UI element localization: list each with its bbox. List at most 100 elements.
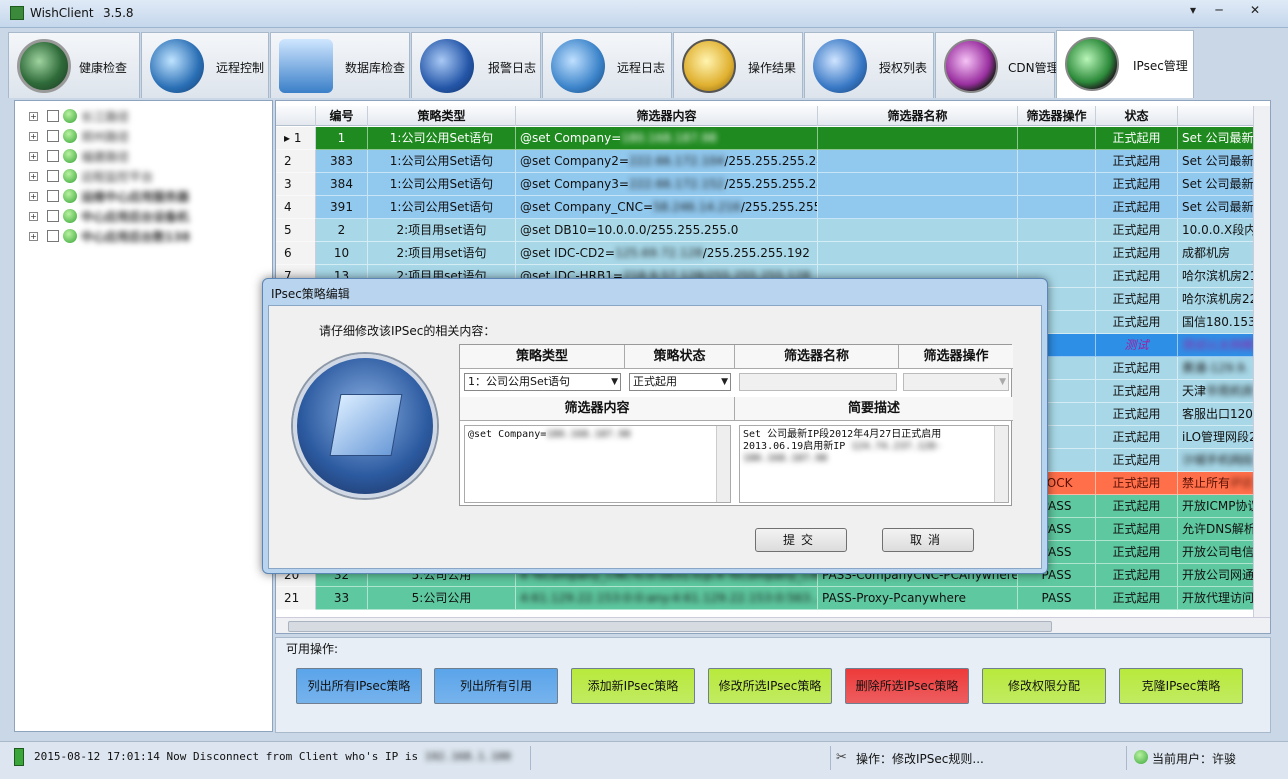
type-select[interactable]: 1：公司公用Set语句 ▼ (464, 373, 621, 391)
cell-op[interactable] (1018, 150, 1096, 173)
checkbox[interactable] (47, 210, 59, 222)
cell-type[interactable]: 5:公司公用 (368, 587, 516, 610)
cell-id[interactable]: 383 (316, 150, 368, 173)
cell-state[interactable]: 正式起用 (1096, 380, 1178, 403)
state-select[interactable]: 正式起用 ▼ (629, 373, 731, 391)
cell-content[interactable]: @set Company3=222.66.172.152/255.255.255… (516, 173, 818, 196)
cell-state[interactable]: 正式起用 (1096, 541, 1178, 564)
cell-row-header[interactable]: 21 (276, 587, 316, 610)
cell-type[interactable]: 1:公司公用Set语句 (368, 196, 516, 219)
cell-name[interactable] (818, 242, 1018, 265)
cell-row-header[interactable]: 2 (276, 150, 316, 173)
list-all-ipsec-button[interactable]: 列出所有IPsec策略 (296, 668, 422, 704)
checkbox[interactable] (47, 190, 59, 202)
filter-name-input[interactable] (739, 373, 897, 391)
tab-db-check[interactable]: 数据库检查 (270, 32, 410, 98)
cell-op[interactable] (1018, 127, 1096, 150)
checkbox[interactable] (47, 110, 59, 122)
cell-state[interactable]: 测试 (1096, 334, 1178, 357)
cell-name[interactable] (818, 150, 1018, 173)
cell-name[interactable] (818, 219, 1018, 242)
table-row[interactable]: 4 391 1:公司公用Set语句 @set Company_CNC=58.246.1… (276, 196, 1270, 219)
desc-textarea[interactable]: Set 公司最新IP段2012年4月27日正式启用 2013.06.19启用新IP… (739, 425, 1009, 503)
cell-state[interactable]: 正式起用 (1096, 242, 1178, 265)
tab-remote-control[interactable]: 远程控制 (141, 32, 269, 98)
checkbox[interactable] (47, 230, 59, 242)
add-ipsec-button[interactable]: 添加新IPsec策略 (571, 668, 695, 704)
cell-state[interactable]: 正式起用 (1096, 564, 1178, 587)
content-textarea[interactable]: @set Company=180.168.187.98 (464, 425, 731, 503)
col-op[interactable]: 筛选器操作 (1018, 106, 1096, 126)
checkbox[interactable] (47, 150, 59, 162)
textarea-scrollbar[interactable] (994, 426, 1008, 502)
cell-state[interactable]: 正式起用 (1096, 311, 1178, 334)
col-type[interactable]: 策略类型 (368, 106, 516, 126)
expand-icon[interactable]: + (29, 212, 38, 221)
cell-op[interactable] (1018, 196, 1096, 219)
delete-ipsec-button[interactable]: 删除所选IPsec策略 (845, 668, 969, 704)
cell-type[interactable]: 1:公司公用Set语句 (368, 127, 516, 150)
table-row[interactable]: 21 33 5:公司公用 4:61.129.22.153:0:0:any:4:61.1… (276, 587, 1270, 610)
cell-type[interactable]: 1:公司公用Set语句 (368, 173, 516, 196)
cancel-button[interactable]: 取消 (882, 528, 974, 552)
scroll-thumb[interactable] (288, 621, 1052, 632)
cell-state[interactable]: 正式起用 (1096, 219, 1178, 242)
cell-state[interactable]: 正式起用 (1096, 426, 1178, 449)
cell-id[interactable]: 384 (316, 173, 368, 196)
cell-type[interactable]: 2:项目用set语句 (368, 219, 516, 242)
cell-name[interactable] (818, 173, 1018, 196)
clone-ipsec-button[interactable]: 克隆IPsec策略 (1119, 668, 1243, 704)
cell-state[interactable]: 正式起用 (1096, 587, 1178, 610)
cell-state[interactable]: 正式起用 (1096, 150, 1178, 173)
col-desc[interactable] (1178, 106, 1256, 126)
tab-remote-log[interactable]: 远程日志 (542, 32, 672, 98)
cell-state[interactable]: 正式起用 (1096, 403, 1178, 426)
table-row[interactable]: 2 383 1:公司公用Set语句 @set Company2=222.66.172.… (276, 150, 1270, 173)
minimize-icon[interactable]: ─ (1208, 2, 1230, 18)
cell-state[interactable]: 正式起用 (1096, 518, 1178, 541)
checkbox[interactable] (47, 130, 59, 142)
cell-name[interactable] (818, 127, 1018, 150)
tab-auth-list[interactable]: 授权列表 (804, 32, 934, 98)
tab-ipsec-manage[interactable]: IPsec管理 (1056, 30, 1194, 98)
checkbox[interactable] (47, 170, 59, 182)
edit-ipsec-button[interactable]: 修改所选IPsec策略 (708, 668, 832, 704)
cell-id[interactable]: 1 (316, 127, 368, 150)
expand-icon[interactable]: + (29, 172, 38, 181)
cell-state[interactable]: 正式起用 (1096, 173, 1178, 196)
col-content[interactable]: 筛选器内容 (516, 106, 818, 126)
cell-type[interactable]: 1:公司公用Set语句 (368, 150, 516, 173)
list-all-refs-button[interactable]: 列出所有引用 (434, 668, 558, 704)
cell-row-header[interactable]: 6 (276, 242, 316, 265)
cell-row-header[interactable]: 4 (276, 196, 316, 219)
cell-row-header[interactable]: ▸ 1 (276, 127, 316, 150)
cell-state[interactable]: 正式起用 (1096, 449, 1178, 472)
cell-id[interactable]: 33 (316, 587, 368, 610)
tab-health-check[interactable]: 健康检查 (8, 32, 140, 98)
expand-icon[interactable]: + (29, 192, 38, 201)
cell-content[interactable]: @set IDC-CD2=125.69.72.128/255.255.255.1… (516, 242, 818, 265)
expand-icon[interactable]: + (29, 132, 38, 141)
cell-state[interactable]: 正式起用 (1096, 357, 1178, 380)
expand-icon[interactable]: + (29, 232, 38, 241)
cell-row-header[interactable]: 3 (276, 173, 316, 196)
col-name[interactable]: 筛选器名称 (818, 106, 1018, 126)
cell-state[interactable]: 正式起用 (1096, 127, 1178, 150)
tab-operation-result[interactable]: 操作结果 (673, 32, 803, 98)
cell-id[interactable]: 391 (316, 196, 368, 219)
cell-id[interactable]: 10 (316, 242, 368, 265)
cell-state[interactable]: 正式起用 (1096, 288, 1178, 311)
edit-permissions-button[interactable]: 修改权限分配 (982, 668, 1106, 704)
submit-button[interactable]: 提交 (755, 528, 847, 552)
table-row[interactable]: 6 10 2:项目用set语句 @set IDC-CD2=125.69.72.128/… (276, 242, 1270, 265)
expand-icon[interactable]: + (29, 112, 38, 121)
cell-id[interactable]: 2 (316, 219, 368, 242)
horizontal-scrollbar[interactable] (276, 617, 1270, 633)
cell-row-header[interactable]: 5 (276, 219, 316, 242)
cell-content[interactable]: @set Company2=222.66.172.104/255.255.255… (516, 150, 818, 173)
cell-state[interactable]: 正式起用 (1096, 265, 1178, 288)
textarea-scrollbar[interactable] (716, 426, 730, 502)
cell-op[interactable] (1018, 242, 1096, 265)
cell-content[interactable]: @set DB10=10.0.0.0/255.255.255.0 (516, 219, 818, 242)
cell-state[interactable]: 正式起用 (1096, 196, 1178, 219)
